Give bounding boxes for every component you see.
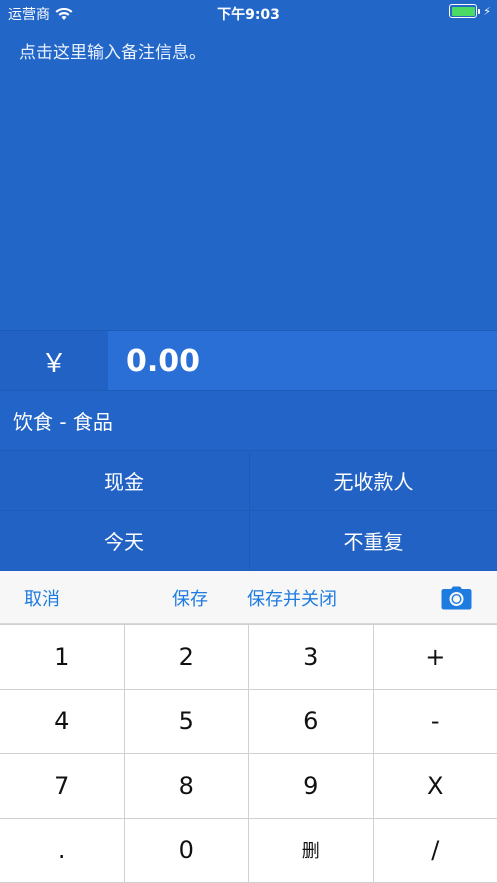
camera-icon [441,586,472,609]
key-1[interactable]: 1 [0,625,124,689]
battery-group: ⚡ [449,4,491,18]
key-2[interactable]: 2 [124,625,248,689]
amount-value[interactable]: 0.00 [126,331,200,391]
key-decimal[interactable]: . [0,818,124,882]
numeric-keypad: 1 2 3 +4 5 6- 7 8 9 X. 0 删 / [0,624,497,883]
key-6[interactable]: 6 [249,689,373,753]
status-bar: 运营商 下午9:03 ⚡ [0,0,497,26]
status-time: 下午9:03 [217,7,280,23]
category-label: 饮食 - 食品 [13,410,113,434]
amount-row[interactable]: ￥ 0.00 [0,330,497,391]
key-delete[interactable]: 删 [249,818,373,882]
key-divide[interactable]: / [373,818,497,882]
save-and-close-button[interactable]: 保存并关闭 [247,571,337,624]
options-grid: 现金 无收款人 今天 不重复 [0,450,497,571]
action-toolbar: 取消 保存 保存并关闭 [0,571,497,624]
category-selector[interactable]: 饮食 - 食品 [0,390,497,450]
repeat-button[interactable]: 不重复 [249,510,497,570]
payment-method-button[interactable]: 现金 [0,450,248,510]
key-plus[interactable]: + [373,625,497,689]
key-0[interactable]: 0 [124,818,248,882]
key-multiply[interactable]: X [373,754,497,818]
key-7[interactable]: 7 [0,754,124,818]
key-8[interactable]: 8 [124,754,248,818]
bolt-icon: ⚡ [483,4,491,18]
save-button[interactable]: 保存 [172,571,208,624]
battery-icon [449,4,478,18]
key-4[interactable]: 4 [0,689,124,753]
camera-button[interactable] [441,571,474,624]
payee-button[interactable]: 无收款人 [249,450,497,510]
date-button[interactable]: 今天 [0,510,248,570]
cancel-button[interactable]: 取消 [24,571,60,624]
key-3[interactable]: 3 [249,625,373,689]
key-5[interactable]: 5 [124,689,248,753]
note-placeholder[interactable]: 点击这里输入备注信息。 [19,38,206,63]
note-area[interactable]: 运营商 下午9:03 ⚡ 点击这里输入备注信息。 [0,0,497,330]
key-9[interactable]: 9 [249,754,373,818]
battery-tip [478,8,481,14]
key-minus[interactable]: - [373,689,497,753]
currency-symbol[interactable]: ￥ [0,331,108,391]
